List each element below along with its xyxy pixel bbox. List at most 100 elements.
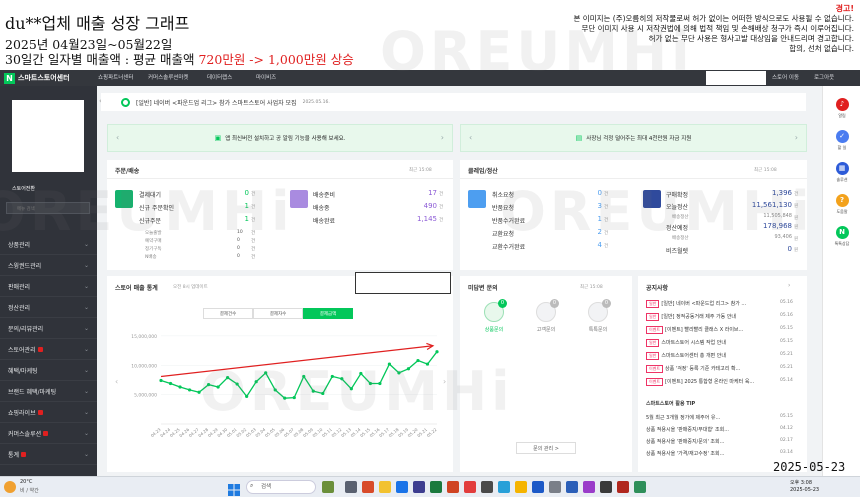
sub-row-value[interactable]: 0 — [237, 246, 240, 251]
row-value[interactable]: 490 — [399, 202, 437, 210]
notice-row-date: 05.16 — [780, 300, 793, 305]
quick-menu-label: 할 일 — [837, 145, 847, 150]
sidebar-menu-item[interactable]: 문의/리뷰관리 ⌄ — [0, 318, 97, 339]
sidebar-item-label: 문의/리뷰관리 — [8, 325, 44, 333]
stats-title: 스토어 매출 통계 — [115, 285, 158, 292]
chevron-down-icon: ⌄ — [83, 324, 89, 332]
sidebar-menu-item[interactable]: 커머스솔루션 ⌄ — [0, 423, 97, 444]
tab-payment-amount[interactable]: 결제금액 — [303, 308, 353, 319]
sidebar-menu-item[interactable]: 혜택/마케팅 ⌄ — [0, 360, 97, 381]
banner-next-icon[interactable]: › — [795, 133, 798, 142]
inquiry-label[interactable]: 톡톡문의 — [578, 326, 618, 333]
sub-row-label: N배송 — [145, 255, 157, 260]
app-icon[interactable] — [566, 481, 578, 493]
sales-data-point[interactable] — [178, 385, 182, 389]
chart-prev-icon[interactable]: ‹ — [115, 377, 118, 386]
topnav-shopping-partner[interactable]: 쇼핑파트너센터 — [98, 73, 133, 81]
logout-button[interactable]: 로그아웃 — [814, 73, 834, 81]
tip-row-text[interactable]: 상품 적용사을 '판매중지/문의' 조회... — [646, 438, 774, 445]
notice-tag: 이벤트 — [646, 326, 664, 334]
sub-row-value[interactable]: 0 — [237, 254, 240, 259]
topnav-commerce-solution[interactable]: 커머스솔루션마켓 — [148, 73, 188, 81]
banner-fund-support[interactable]: ‹ ▤ 사장님 걱정 덜어주는 최대 4천만원 자금 지원 › — [460, 124, 807, 152]
weather-icon[interactable] — [4, 481, 16, 493]
tip-row-text[interactable]: 5월 최근 3개월 정가에 제주어 유... — [646, 414, 774, 421]
inquiry-label[interactable]: 고객문의 — [526, 326, 566, 333]
row-value[interactable]: 1,145 — [399, 215, 437, 223]
brand-logo[interactable]: N 스마트스토어센터 — [4, 72, 70, 84]
notice-row[interactable]: 일반 [일반] 정적공동거래 제주 가동 안내 — [646, 313, 774, 321]
sidebar-menu-item[interactable]: 정산관리 ⌄ — [0, 297, 97, 318]
chevron-down-icon: ⌄ — [83, 450, 89, 458]
premiere-icon[interactable] — [413, 481, 425, 493]
banner-next-icon[interactable]: › — [441, 133, 444, 142]
app-icon[interactable] — [549, 481, 561, 493]
search-icon: ⌕ — [250, 482, 254, 489]
illustrator-icon[interactable] — [617, 481, 629, 493]
app-icon[interactable] — [532, 481, 544, 493]
sidebar-menu-item[interactable]: 브랜드 혜택/마케팅 ⌄ — [0, 381, 97, 402]
windows-taskbar: 20°C 비 / 약간 검색 ⌕ 오후 3:08 2025-05-23 — [0, 476, 860, 497]
quick-menu-item[interactable]: ? 도움말 — [823, 194, 860, 215]
sidebar-menu-item[interactable]: 스윙권드관리 ⌄ — [0, 255, 97, 276]
quick-menu-item[interactable]: ✓ 할 일 — [823, 130, 860, 151]
sidebar: 스토어전환 상품관리⌄스윙권드관리⌄판매관리⌄정산관리⌄문의/리뷰관리⌄스토어관… — [0, 86, 97, 476]
kakaotalk-icon[interactable] — [515, 481, 527, 493]
task-view-icon[interactable] — [345, 481, 357, 493]
topnav-datalab[interactable]: 데이터랩스 — [207, 73, 232, 81]
sales-data-point[interactable] — [159, 378, 163, 383]
sidebar-menu-item[interactable]: 통계 ⌄ — [0, 444, 97, 465]
row-value[interactable]: 0 — [730, 245, 792, 253]
topnav-mybiz[interactable]: 마이비즈 — [256, 73, 276, 81]
banner-prev-icon[interactable]: ‹ — [116, 133, 119, 142]
app-icon[interactable] — [481, 481, 493, 493]
inquiry-manage-button[interactable]: 문의 관리 > — [516, 442, 576, 454]
new-badge-icon — [37, 346, 43, 352]
app-icon[interactable] — [498, 481, 510, 493]
sales-data-point[interactable] — [435, 350, 439, 354]
taskbar-search-input[interactable]: 검색 — [246, 480, 316, 494]
notice-row[interactable]: 일반 스마트스토어센터 총 개편 안내 — [646, 352, 774, 360]
quick-menu-item[interactable]: N 톡톡상담 — [823, 226, 860, 247]
notice-tag: 일반 — [646, 313, 660, 321]
tab-payment-count[interactable]: 결제건수 — [203, 308, 253, 319]
tab-payer-count[interactable]: 결제자수 — [253, 308, 303, 319]
app-icon[interactable] — [464, 481, 476, 493]
y-tick-label: 15,000,000 — [131, 334, 157, 340]
notice-row[interactable]: 이벤트 [이벤트] 2025 통합형 온라인 마케터 육... — [646, 378, 774, 386]
inquiry-label[interactable]: 상품문의 — [474, 326, 514, 333]
turtle-widget-icon[interactable] — [322, 481, 334, 493]
excel-icon[interactable] — [430, 481, 442, 493]
sidebar-item-label: 정산관리 — [8, 304, 31, 312]
sidebar-menu-item[interactable]: 판매관리 ⌄ — [0, 276, 97, 297]
banner-prev-icon[interactable]: ‹ — [469, 133, 472, 142]
chrome-icon[interactable] — [396, 481, 408, 493]
sales-data-point[interactable] — [168, 381, 173, 386]
sales-data-point[interactable] — [187, 388, 192, 392]
tip-row-text[interactable]: 상품 적용사을 '가격/재고수정' 조회... — [646, 450, 774, 457]
notices-more-icon[interactable]: › — [788, 282, 790, 289]
app-icon[interactable] — [600, 481, 612, 493]
tip-row-text[interactable]: 상품 적용시을 '판매중지/부대합' 조회... — [646, 426, 774, 433]
sidebar-menu-item[interactable]: 스토어관리 ⌄ — [0, 339, 97, 360]
notice-row[interactable]: 이벤트 상품 '걱정' 등록 기준 카테고리 확... — [646, 365, 774, 373]
app-icon[interactable] — [634, 481, 646, 493]
notice-row[interactable]: 이벤트 [이벤트] 빨리빨리 클래스 X 라이브... — [646, 326, 774, 334]
sidebar-menu-item[interactable]: 쇼핑라이브 ⌄ — [0, 402, 97, 423]
windows-start-icon[interactable] — [228, 481, 240, 496]
notice-row[interactable]: 일반 스마트스토어 시스템 작업 안내 — [646, 339, 774, 347]
row-value[interactable]: 17 — [399, 189, 437, 197]
banner-app-alarm[interactable]: ‹ ▣ 앱 최신버전 설치하고 공 알림 기능을 사용해 보세요. › — [107, 124, 453, 152]
notice-tag: 이벤트 — [646, 365, 664, 373]
new-badge-icon — [43, 430, 49, 436]
notice-bar[interactable]: [일반] 네이버 <파운드업 리그> 참가 스마트스토어 사업자 모집 2025… — [101, 93, 806, 111]
store-move-button[interactable]: 스토어 이동 — [772, 73, 799, 81]
quick-menu-item[interactable]: ▦ 솔루션 — [823, 162, 860, 183]
explorer-icon[interactable] — [379, 481, 391, 493]
app-icon[interactable] — [583, 481, 595, 493]
quick-menu-item[interactable]: ♪ 알림 — [823, 98, 860, 119]
notice-row[interactable]: 일반 [일반] 네이버 <파운드업 리그> 참가 ... — [646, 300, 774, 308]
tip-row-date: 04.12 — [780, 426, 793, 431]
powerpoint-icon[interactable] — [447, 481, 459, 493]
app-icon[interactable] — [362, 481, 374, 493]
